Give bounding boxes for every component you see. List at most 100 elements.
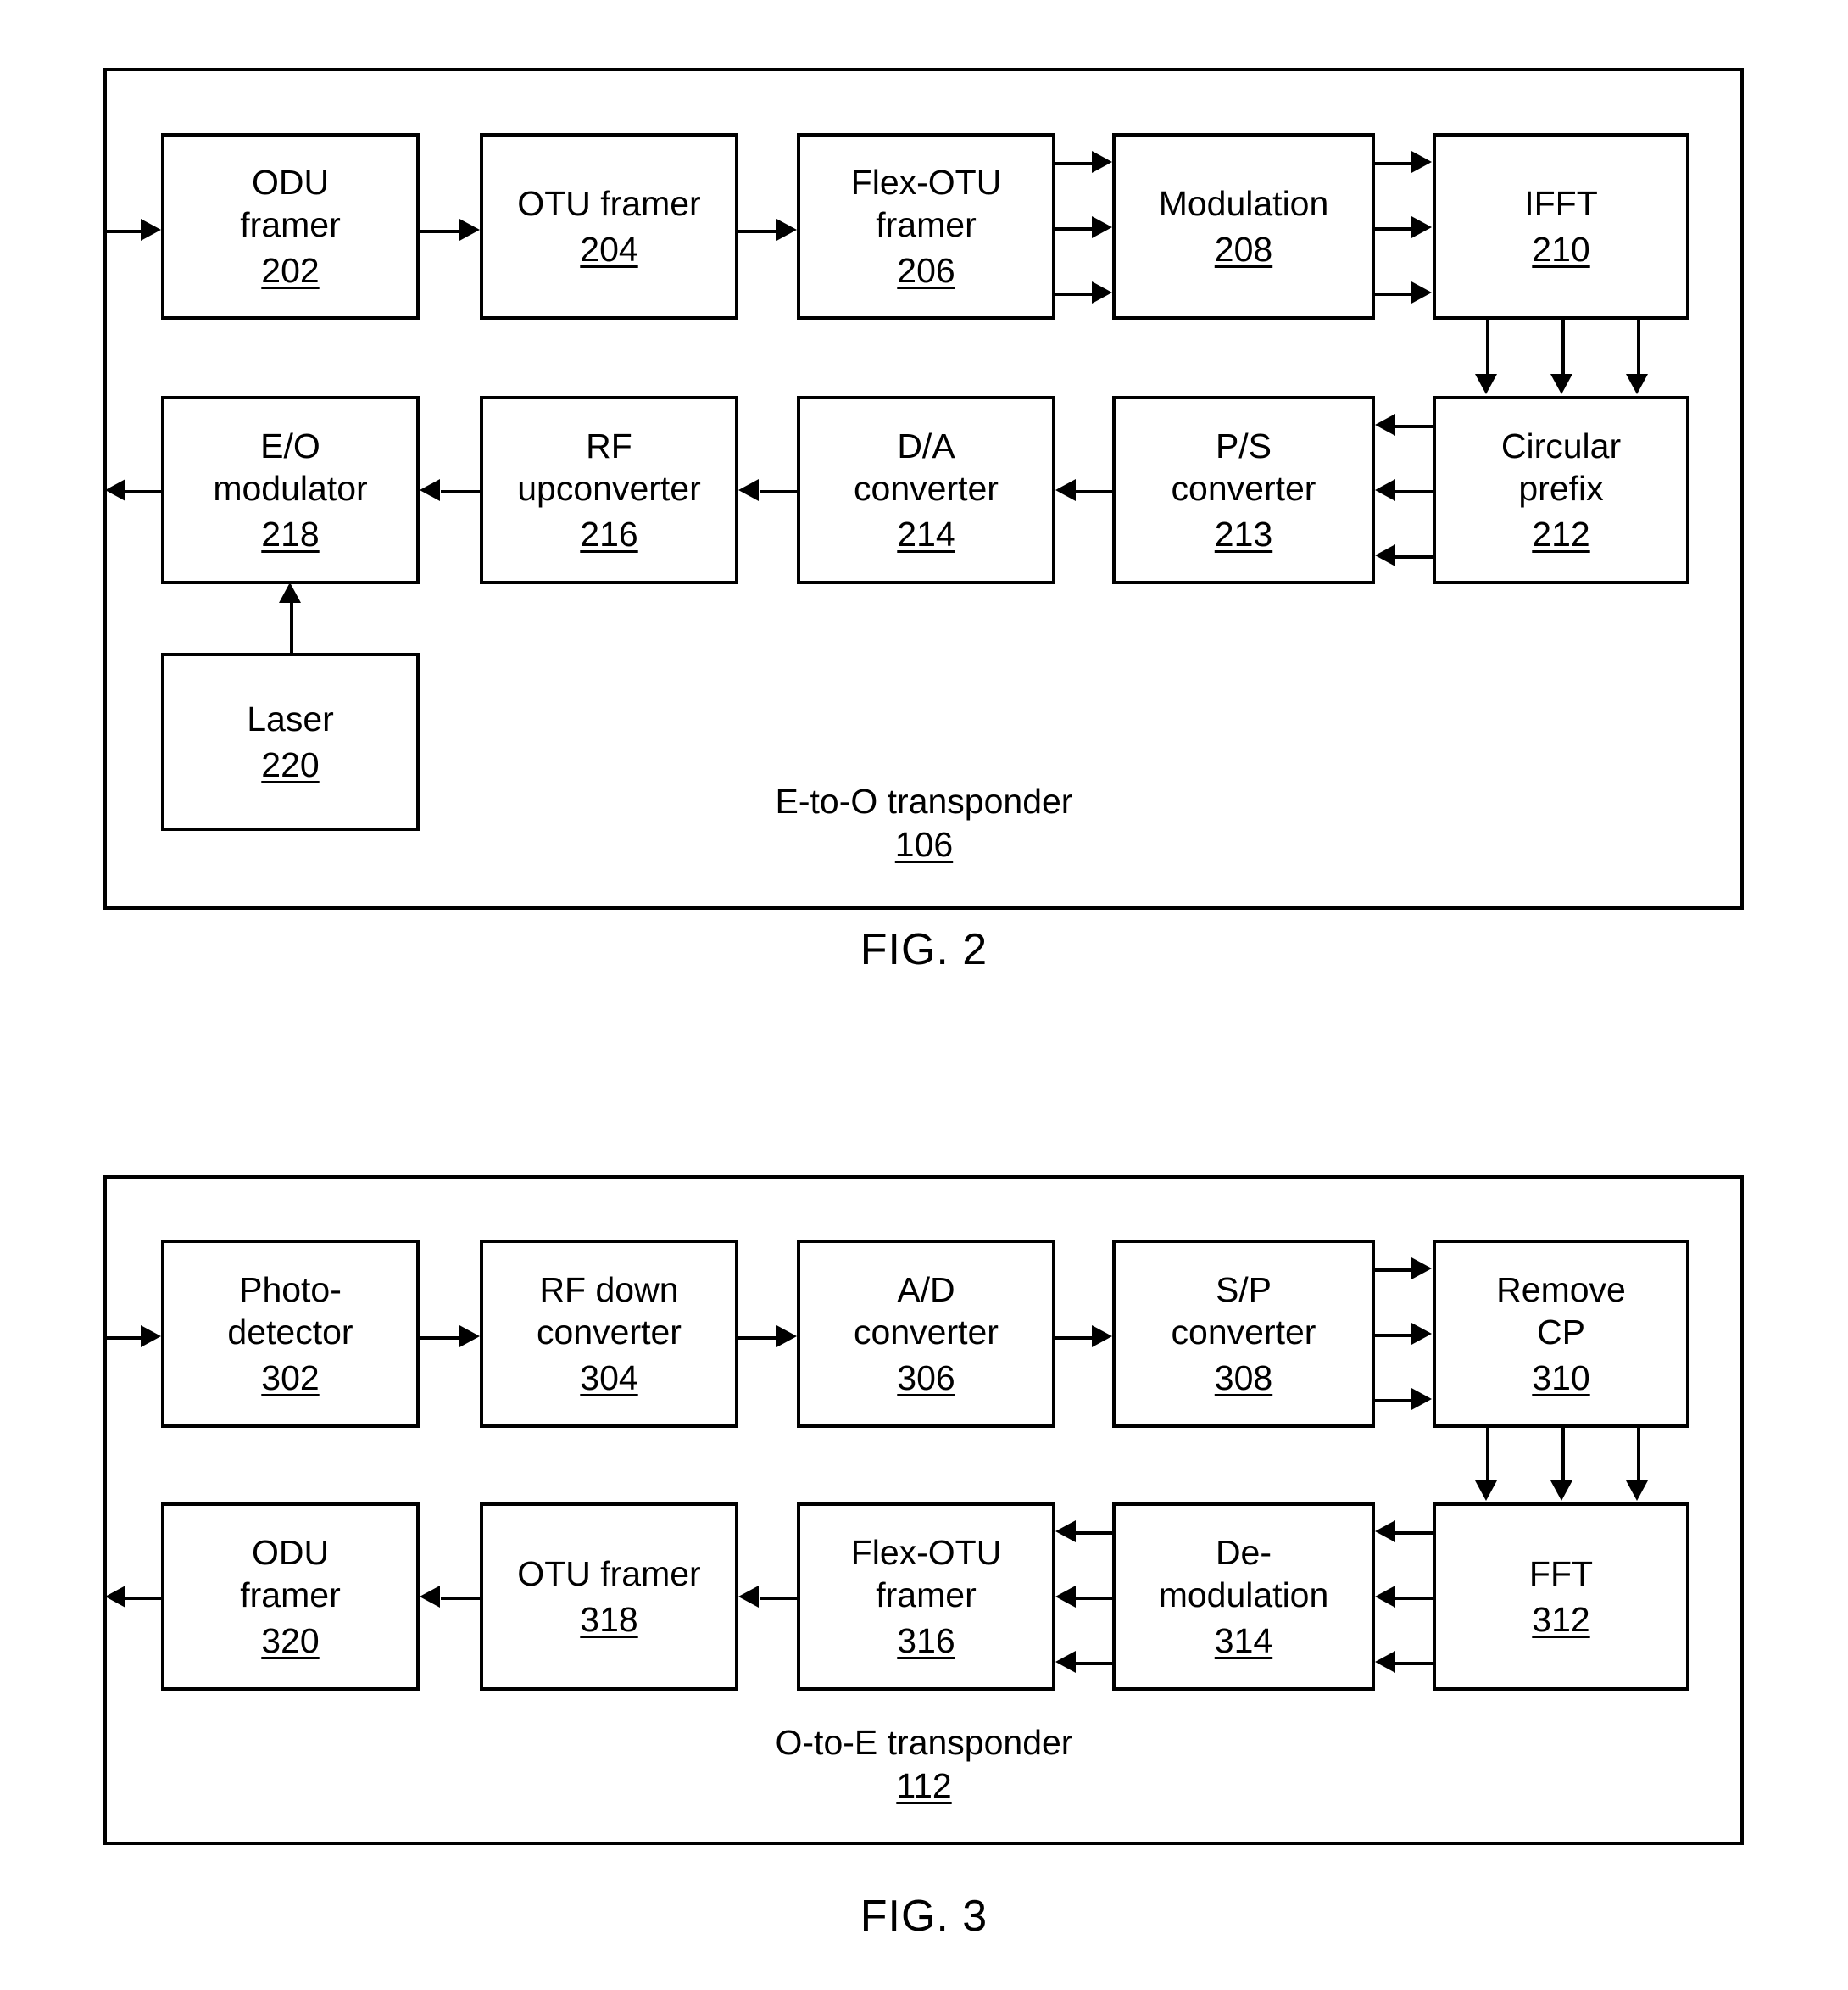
block-eo-modulator-218: E/O modulator 218 (161, 396, 420, 584)
arrowhead-304-to-306 (776, 1325, 797, 1347)
block-label: ODU framer (240, 162, 341, 244)
arrowhead-314-to-316-a (1055, 1520, 1076, 1542)
arrowhead-210-to-212-b (1550, 374, 1572, 394)
connector-312-to-314-a (1395, 1531, 1433, 1535)
block-odu-framer-320: ODU framer 320 (161, 1502, 420, 1691)
arrowhead-212-to-213-b (1375, 479, 1395, 501)
block-label: S/P converter (1171, 1269, 1316, 1352)
connector-302-to-304 (420, 1336, 460, 1340)
block-number: 208 (1214, 230, 1273, 269)
block-number: 302 (261, 1358, 320, 1397)
arrowhead-308-to-310-b (1411, 1323, 1432, 1345)
connector-308-to-310-c (1375, 1399, 1412, 1402)
block-number: 314 (1214, 1621, 1273, 1660)
connector-202-to-204 (420, 230, 460, 233)
block-number: 304 (580, 1358, 638, 1397)
connector-312-to-314-b (1395, 1597, 1433, 1600)
arrowhead-310-to-312-a (1475, 1480, 1497, 1501)
block-circular-prefix-212: Circular prefix 212 (1433, 396, 1689, 584)
block-label: A/D converter (854, 1269, 999, 1352)
patent-figure-sheet: ODU framer 202 OTU framer 204 Flex-OTU f… (0, 0, 1848, 1990)
connector-216-to-218 (441, 490, 481, 493)
connector-208-to-210-a (1375, 162, 1412, 165)
block-ad-converter-306: A/D converter 306 (797, 1240, 1055, 1428)
arrowhead-314-to-316-c (1055, 1651, 1076, 1673)
block-label: D/A converter (854, 426, 999, 508)
block-label: FFT (1528, 1553, 1594, 1593)
arrowhead-208-to-210-b (1411, 216, 1432, 238)
arrowhead-214-to-216 (738, 479, 759, 501)
connector-214-to-216 (760, 490, 798, 493)
arrowhead-202-to-204 (459, 219, 480, 241)
block-number: 218 (261, 515, 320, 554)
arrowhead-320-to-output (105, 1586, 125, 1608)
block-label: Circular prefix (1500, 426, 1622, 508)
block-odu-framer-202: ODU framer 202 (161, 133, 420, 320)
connector-213-to-214 (1076, 490, 1113, 493)
arrowhead-212-to-213-a (1375, 414, 1395, 436)
connector-210-to-212-b (1561, 320, 1565, 376)
block-flex-otu-framer-316: Flex-OTU framer 316 (797, 1502, 1055, 1691)
arrowhead-208-to-210-a (1411, 151, 1432, 173)
block-number: 316 (897, 1621, 955, 1660)
block-label: Laser (247, 699, 334, 739)
connector-208-to-210-b (1375, 227, 1412, 231)
connector-210-to-212-a (1486, 320, 1489, 376)
block-label: Remove CP (1496, 1269, 1626, 1352)
connector-306-to-308 (1055, 1336, 1093, 1340)
arrowhead-220-to-218 (279, 583, 301, 603)
block-label: Flex-OTU framer (850, 162, 1002, 244)
block-da-converter-214: D/A converter 214 (797, 396, 1055, 584)
container-label: E-to-O transponder (775, 782, 1073, 821)
block-number: 216 (580, 515, 638, 554)
block-otu-framer-318: OTU framer 318 (480, 1502, 738, 1691)
block-number: 204 (580, 230, 638, 269)
block-label: Photo- detector (227, 1269, 353, 1352)
arrowhead-308-to-310-c (1411, 1388, 1432, 1410)
block-label: RF upconverter (517, 426, 701, 508)
container-label: O-to-E transponder (775, 1723, 1073, 1762)
block-number: 206 (897, 251, 955, 290)
block-label: RF down converter (537, 1269, 682, 1352)
block-modulation-208: Modulation 208 (1112, 133, 1375, 320)
arrowhead-318-to-320 (420, 1586, 440, 1608)
connector-314-to-316-c (1076, 1662, 1113, 1665)
container-number: 106 (894, 825, 954, 865)
connector-310-to-312-c (1637, 1428, 1640, 1482)
block-demodulation-314: De- modulation 314 (1112, 1502, 1375, 1691)
arrowhead-204-to-206 (776, 219, 797, 241)
block-ifft-210: IFFT 210 (1433, 133, 1689, 320)
arrowhead-312-to-314-b (1375, 1586, 1395, 1608)
block-photodetector-302: Photo- detector 302 (161, 1240, 420, 1428)
block-label: ODU framer (240, 1532, 341, 1614)
arrowhead-213-to-214 (1055, 479, 1076, 501)
arrowhead-208-to-210-c (1411, 281, 1432, 304)
connector-308-to-310-b (1375, 1334, 1412, 1337)
block-label: Flex-OTU framer (850, 1532, 1002, 1614)
connector-310-to-312-a (1486, 1428, 1489, 1482)
connector-314-to-316-a (1076, 1531, 1113, 1535)
block-number: 312 (1532, 1600, 1590, 1639)
block-label: P/S converter (1171, 426, 1316, 508)
connector-320-to-output (125, 1597, 162, 1600)
connector-304-to-306 (738, 1336, 777, 1340)
arrowhead-206-to-208-a (1092, 151, 1112, 173)
block-fft-312: FFT 312 (1433, 1502, 1689, 1691)
arrowhead-312-to-314-a (1375, 1520, 1395, 1542)
fig2-container-caption: E-to-O transponder 106 (644, 780, 1204, 867)
connector-218-to-output (125, 490, 162, 493)
block-number: 212 (1532, 515, 1590, 554)
connector-318-to-320 (441, 1597, 481, 1600)
arrowhead-216-to-218 (420, 479, 440, 501)
connector-308-to-310-a (1375, 1268, 1412, 1272)
arrowhead-218-to-output (105, 479, 125, 501)
connector-206-to-208-a (1055, 162, 1093, 165)
block-number: 310 (1532, 1358, 1590, 1397)
block-rf-downconverter-304: RF down converter 304 (480, 1240, 738, 1428)
block-laser-220: Laser 220 (161, 653, 420, 831)
connector-212-to-213-a (1395, 425, 1433, 428)
block-number: 220 (261, 745, 320, 784)
connector-314-to-316-b (1076, 1597, 1113, 1600)
block-label: De- modulation (1158, 1532, 1329, 1614)
arrowhead-302-to-304 (459, 1325, 480, 1347)
